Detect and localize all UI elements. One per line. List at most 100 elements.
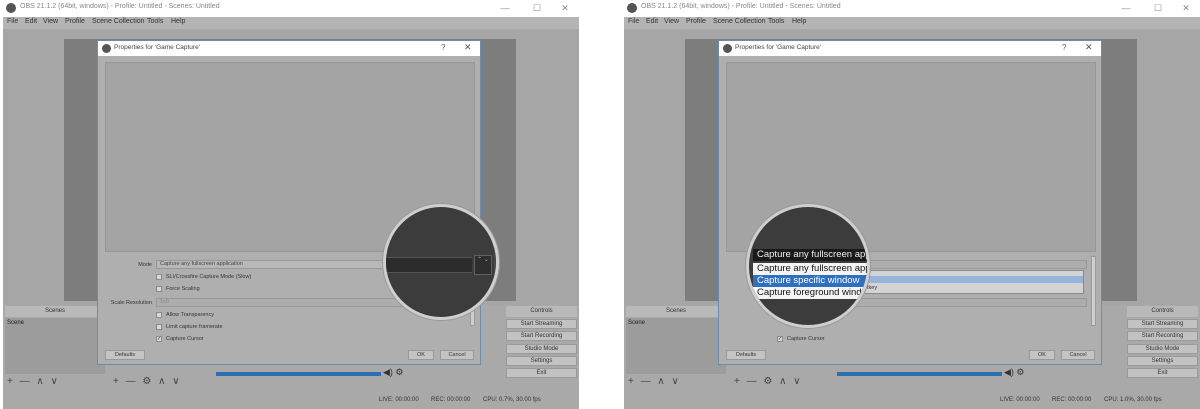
ok-button[interactable]: OK: [408, 350, 434, 360]
menu-help[interactable]: Help: [171, 18, 185, 25]
mode-label: Mode: [138, 262, 152, 268]
cancel-button[interactable]: Cancel: [1061, 350, 1095, 360]
magnified-mode-select: [386, 257, 472, 273]
start-streaming-button[interactable]: Start Streaming: [506, 319, 577, 329]
exit-button[interactable]: Exit: [1127, 368, 1198, 378]
status-live: LIVE: 00:00:00: [1000, 397, 1040, 403]
allow-transparency-checkbox[interactable]: [156, 312, 162, 318]
menu-help[interactable]: Help: [792, 18, 806, 25]
cancel-button[interactable]: Cancel: [440, 350, 474, 360]
obs-logo-icon: [627, 3, 637, 13]
volume-slider[interactable]: [837, 372, 1002, 376]
minimize-button[interactable]: —: [1112, 1, 1140, 16]
dialog-close-button[interactable]: ✕: [464, 42, 472, 53]
controls-dock-header: Controls: [506, 306, 577, 317]
scenes-dock-header: Scenes: [626, 306, 726, 317]
scenes-list[interactable]: Scene: [5, 318, 105, 374]
minimize-button[interactable]: —: [491, 1, 519, 16]
menu-file[interactable]: File: [628, 18, 639, 25]
magnified-option-specific-window[interactable]: Capture specific window: [753, 275, 867, 287]
menu-bar: File Edit View Profile Scene Collection …: [624, 17, 1200, 29]
sources-dock-buttons[interactable]: + — ⚙ ∧ ∨: [113, 376, 182, 387]
sli-checkbox[interactable]: [156, 274, 162, 280]
capture-cursor-label: Capture Cursor: [166, 336, 204, 342]
scenes-dock-buttons[interactable]: + — ∧ ∨: [7, 376, 60, 387]
maximize-button[interactable]: ☐: [523, 1, 551, 16]
scenes-dock-buttons[interactable]: + — ∧ ∨: [628, 376, 681, 387]
start-recording-button[interactable]: Start Recording: [506, 331, 577, 341]
mode-dropdown-list[interactable]: tkey: [862, 270, 1084, 294]
menu-tools[interactable]: Tools: [768, 18, 784, 25]
menu-profile[interactable]: Profile: [686, 18, 706, 25]
menu-scene-collection[interactable]: Scene Collection: [92, 18, 145, 25]
menu-edit[interactable]: Edit: [25, 18, 37, 25]
magnified-select-stepper-icon: ⌃ ⌄: [474, 255, 492, 275]
obs-logo-icon: [6, 3, 16, 13]
sli-label: SLI/Crossfire Capture Mode (Slow): [166, 274, 252, 280]
menu-file[interactable]: File: [7, 18, 18, 25]
magnified-option-foreground-window[interactable]: Capture foreground window with hotkey: [753, 287, 867, 299]
scenes-dock-header: Scenes: [5, 306, 105, 317]
status-bar: LIVE: 00:00:00 REC: 00:00:00 CPU: 1.0%, …: [624, 393, 1200, 409]
studio-mode-button[interactable]: Studio Mode: [506, 344, 577, 354]
mixer-speaker-gear-icon[interactable]: ◀) ⚙: [383, 367, 404, 378]
obs-logo-icon: [723, 44, 732, 53]
settings-button[interactable]: Settings: [1127, 356, 1198, 366]
scenes-list[interactable]: Scene: [626, 318, 726, 374]
obs-logo-icon: [102, 44, 111, 53]
force-scaling-checkbox[interactable]: [156, 286, 162, 292]
capture-cursor-checkbox[interactable]: ✓: [156, 336, 162, 342]
status-cpu: CPU: 1.0%, 30.00 fps: [1104, 397, 1162, 403]
studio-mode-button[interactable]: Studio Mode: [1127, 344, 1198, 354]
defaults-button[interactable]: Defaults: [726, 350, 766, 360]
obs-window-right: OBS 21.1.2 (64bit, windows) - Profile: U…: [624, 0, 1200, 409]
settings-button[interactable]: Settings: [506, 356, 577, 366]
status-bar: LIVE: 00:00:00 REC: 00:00:00 CPU: 0.7%, …: [3, 393, 579, 409]
dialog-scrollbar[interactable]: [1091, 256, 1096, 326]
capture-cursor-checkbox[interactable]: ✓: [777, 336, 783, 342]
mixer-speaker-gear-icon[interactable]: ◀) ⚙: [1004, 367, 1025, 378]
menu-view[interactable]: View: [664, 18, 679, 25]
close-button[interactable]: ✕: [551, 1, 579, 16]
exit-button[interactable]: Exit: [506, 368, 577, 378]
limit-framerate-checkbox[interactable]: [156, 324, 162, 330]
scale-resolution-label: Scale Resolution: [110, 300, 152, 306]
magnifier-left: ⌃ ⌄: [383, 204, 499, 320]
start-recording-button[interactable]: Start Recording: [1127, 331, 1198, 341]
window-title: OBS 21.1.2 (64bit, windows) - Profile: U…: [641, 3, 841, 10]
capture-cursor-label: Capture Cursor: [787, 336, 825, 342]
volume-slider[interactable]: [216, 372, 381, 376]
magnifier-right: Capture any fullscreen application Captu…: [746, 204, 870, 328]
dropdown-option-hotkey-fragment[interactable]: tkey: [867, 285, 877, 291]
ok-button[interactable]: OK: [1029, 350, 1055, 360]
menu-bar: File Edit View Profile Scene Collection …: [3, 17, 579, 29]
defaults-button[interactable]: Defaults: [105, 350, 145, 360]
menu-edit[interactable]: Edit: [646, 18, 658, 25]
dialog-titlebar: Properties for 'Game Capture' ? ✕: [719, 41, 1101, 56]
force-scaling-label: Force Scaling: [166, 286, 200, 292]
sources-dock-buttons[interactable]: + — ⚙ ∧ ∨: [734, 376, 803, 387]
help-button[interactable]: ?: [441, 43, 445, 52]
controls-dock-header: Controls: [1127, 306, 1198, 317]
scene-list-item[interactable]: Scene: [7, 320, 24, 326]
menu-profile[interactable]: Profile: [65, 18, 85, 25]
window-titlebar: OBS 21.1.2 (64bit, windows) - Profile: U…: [3, 0, 579, 17]
menu-scene-collection[interactable]: Scene Collection: [713, 18, 766, 25]
screenshot-composite: OBS 21.1.2 (64bit, windows) - Profile: U…: [0, 0, 1200, 409]
maximize-button[interactable]: ☐: [1144, 1, 1172, 16]
help-button[interactable]: ?: [1062, 43, 1066, 52]
dialog-close-button[interactable]: ✕: [1085, 42, 1093, 53]
window-title: OBS 21.1.2 (64bit, windows) - Profile: U…: [20, 3, 220, 10]
close-button[interactable]: ✕: [1172, 1, 1200, 16]
window-titlebar: OBS 21.1.2 (64bit, windows) - Profile: U…: [624, 0, 1200, 17]
menu-view[interactable]: View: [43, 18, 58, 25]
dialog-titlebar: Properties for 'Game Capture' ? ✕: [98, 41, 480, 56]
start-streaming-button[interactable]: Start Streaming: [1127, 319, 1198, 329]
dialog-title: Properties for 'Game Capture': [735, 44, 821, 51]
menu-tools[interactable]: Tools: [147, 18, 163, 25]
obs-window-left: OBS 21.1.2 (64bit, windows) - Profile: U…: [3, 0, 579, 409]
scene-list-item[interactable]: Scene: [628, 320, 645, 326]
dropdown-highlighted-option[interactable]: [863, 276, 1083, 283]
magnified-option-fullscreen[interactable]: Capture any fullscreen application: [753, 263, 867, 275]
dialog-title: Properties for 'Game Capture': [114, 44, 200, 51]
